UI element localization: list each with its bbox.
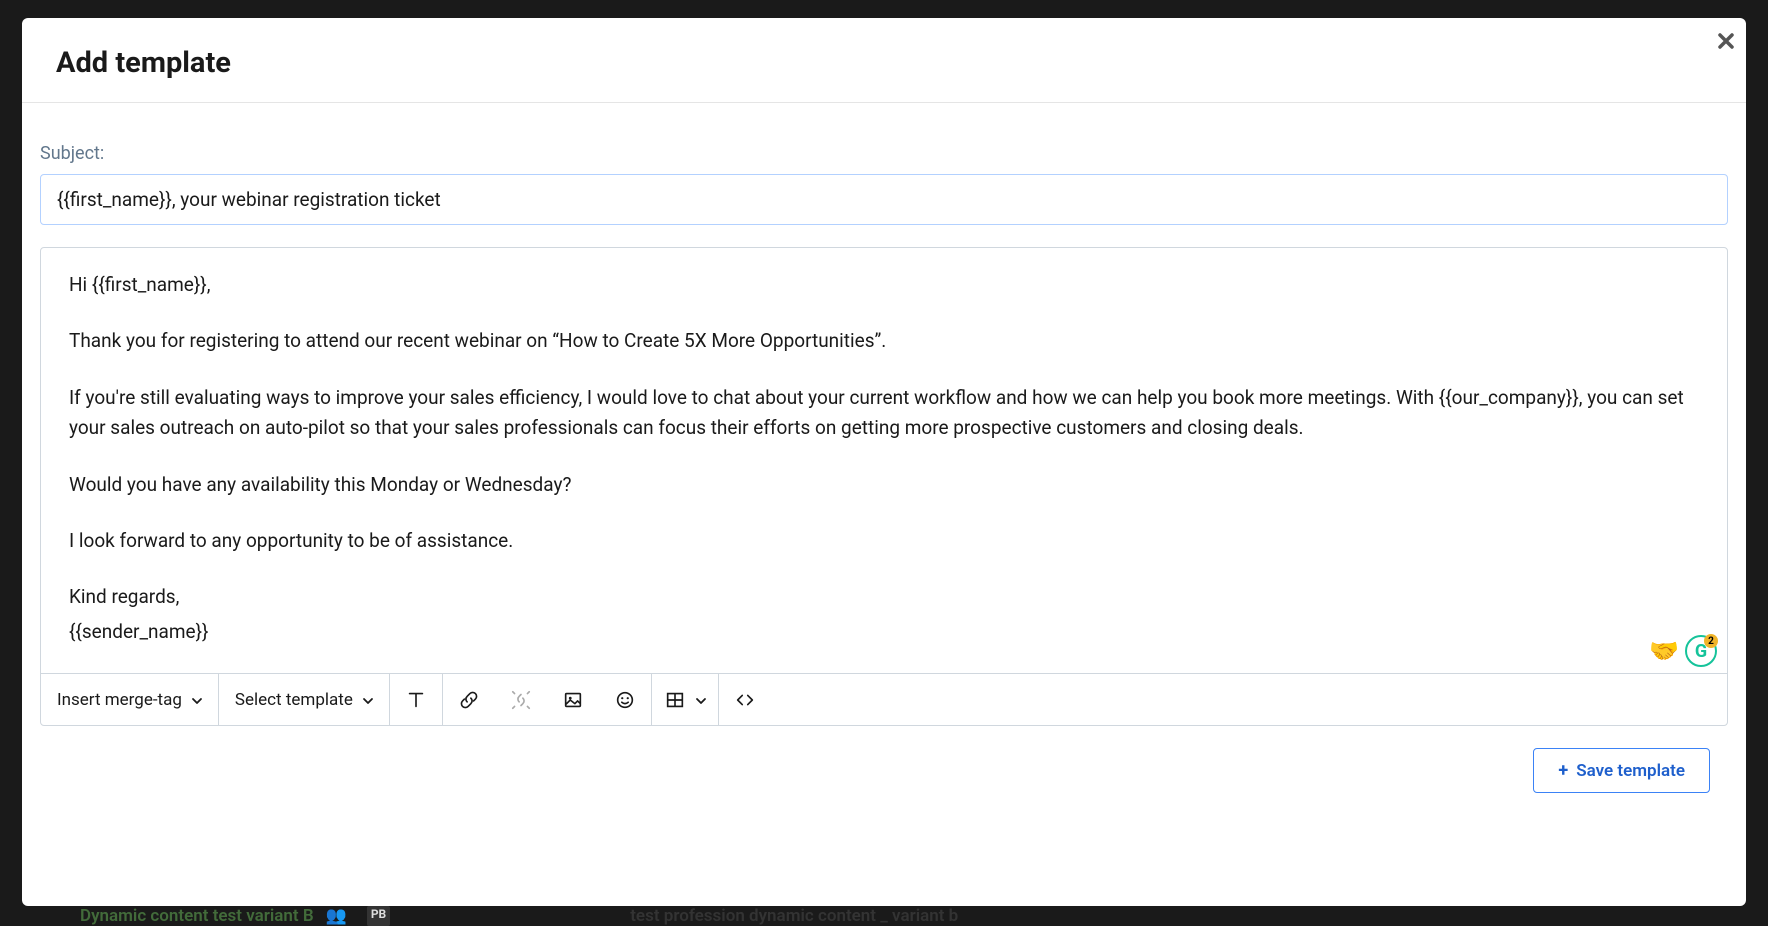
remove-link-button[interactable] (495, 674, 547, 725)
grammarly-badge[interactable]: G (1685, 635, 1717, 667)
insert-link-button[interactable] (443, 674, 495, 725)
handshake-icon[interactable]: 🤝 (1649, 637, 1679, 665)
chevron-down-icon (190, 694, 202, 706)
save-button-label: Save template (1576, 761, 1685, 781)
body-paragraph: Would you have any availability this Mon… (69, 470, 1699, 500)
insert-image-button[interactable] (547, 674, 599, 725)
email-body-editor[interactable]: Hi {{first_name}}, Thank you for registe… (41, 248, 1727, 673)
text-format-button[interactable] (390, 674, 442, 725)
text-icon (405, 689, 427, 711)
merge-tag-label: Insert merge-tag (57, 690, 182, 710)
body-paragraph: Thank you for registering to attend our … (69, 326, 1699, 356)
people-icon: 👥 (326, 906, 347, 926)
body-greeting: Hi {{first_name}}, (69, 270, 1699, 300)
background-obscured-content: Dynamic content test variant B 👥 PB test… (0, 906, 1768, 926)
body-signature: {{sender_name}} (69, 617, 1699, 647)
subject-label: Subject: (40, 143, 1728, 164)
body-paragraph: If you're still evaluating ways to impro… (69, 383, 1699, 444)
body-closing: Kind regards, (69, 582, 1699, 612)
add-template-modal: Add template Subject: Hi {{first_name}},… (22, 18, 1746, 906)
select-template-dropdown[interactable]: Select template (219, 674, 389, 725)
modal-footer: + Save template (40, 726, 1728, 815)
modal-body: Subject: Hi {{first_name}}, Thank you fo… (22, 103, 1746, 906)
insert-merge-tag-dropdown[interactable]: Insert merge-tag (41, 674, 218, 725)
editor-indicators: 🤝 G (1649, 635, 1717, 667)
chevron-down-icon (694, 694, 706, 706)
image-icon (562, 689, 584, 711)
link-icon (458, 689, 480, 711)
modal-header: Add template (22, 18, 1746, 103)
insert-table-button[interactable] (652, 674, 718, 725)
editor-toolbar: Insert merge-tag Select template (41, 673, 1727, 725)
background-badge: PB (367, 906, 390, 926)
plus-icon: + (1558, 760, 1568, 781)
editor-container: Hi {{first_name}}, Thank you for registe… (40, 247, 1728, 726)
close-button[interactable] (1716, 28, 1736, 56)
body-paragraph: I look forward to any opportunity to be … (69, 526, 1699, 556)
modal-title: Add template (56, 46, 1712, 80)
select-template-label: Select template (235, 690, 353, 710)
chevron-down-icon (361, 694, 373, 706)
table-icon (664, 689, 686, 711)
close-icon (1716, 31, 1736, 51)
code-icon (734, 689, 756, 711)
unlink-icon (510, 689, 532, 711)
subject-input[interactable] (40, 174, 1728, 225)
code-view-button[interactable] (719, 674, 771, 725)
insert-emoji-button[interactable] (599, 674, 651, 725)
save-template-button[interactable]: + Save template (1533, 748, 1710, 793)
emoji-icon (614, 689, 636, 711)
